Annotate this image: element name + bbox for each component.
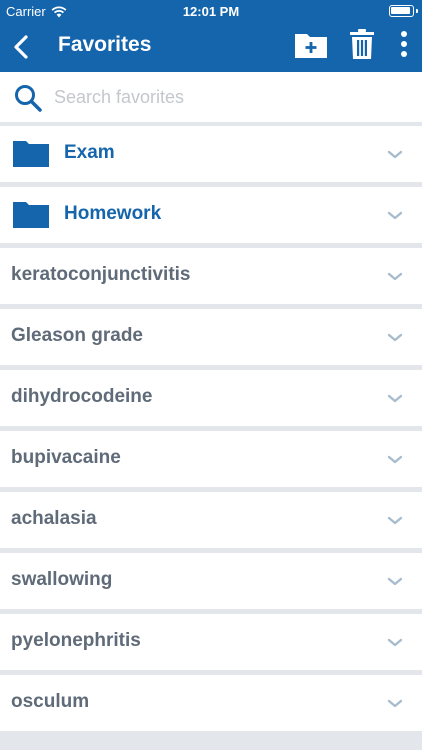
search-input[interactable]: [54, 83, 394, 111]
battery-icon: [389, 5, 418, 17]
favorite-row[interactable]: pyelonephritis: [0, 614, 422, 670]
folder-label: Homework: [64, 203, 162, 224]
search-bar: [0, 72, 422, 122]
favorite-row[interactable]: osculum: [0, 675, 422, 731]
favorite-row[interactable]: dihydrocodeine: [0, 370, 422, 426]
chevron-down-icon[interactable]: [387, 333, 403, 343]
back-icon[interactable]: [10, 34, 34, 60]
chevron-down-icon[interactable]: [387, 394, 403, 404]
chevron-down-icon[interactable]: [387, 455, 403, 465]
chevron-down-icon[interactable]: [387, 638, 403, 648]
trash-icon[interactable]: [350, 29, 374, 59]
chevron-down-icon[interactable]: [387, 272, 403, 282]
favorite-label: swallowing: [11, 569, 113, 590]
favorite-label: Gleason grade: [11, 325, 143, 346]
favorite-label: bupivacaine: [11, 447, 121, 468]
chevron-down-icon[interactable]: [387, 577, 403, 587]
status-bar: Carrier 12:01 PM: [0, 0, 422, 22]
favorites-list: Exam Homework keratoconjunctivitis Gleas…: [0, 126, 422, 736]
favorite-label: keratoconjunctivitis: [11, 264, 191, 285]
chevron-down-icon[interactable]: [387, 699, 403, 709]
folder-icon: [13, 202, 49, 228]
search-icon: [15, 85, 42, 112]
status-time: 12:01 PM: [182, 4, 240, 19]
chevron-down-icon[interactable]: [387, 516, 403, 526]
nav-bar: Favorites: [0, 22, 422, 72]
folder-icon: [13, 141, 49, 167]
folder-label: Exam: [64, 142, 115, 163]
favorite-row[interactable]: swallowing: [0, 553, 422, 609]
favorite-label: achalasia: [11, 508, 97, 529]
favorite-label: osculum: [11, 691, 90, 712]
favorite-row[interactable]: Gleason grade: [0, 309, 422, 365]
favorite-label: dihydrocodeine: [11, 386, 153, 407]
page-title: Favorites: [58, 33, 152, 56]
new-folder-icon[interactable]: [295, 32, 327, 58]
more-icon[interactable]: [398, 30, 410, 58]
favorite-label: pyelonephritis: [11, 630, 141, 651]
chevron-down-icon[interactable]: [387, 211, 403, 221]
folder-row-homework[interactable]: Homework: [0, 187, 422, 243]
folder-row-exam[interactable]: Exam: [0, 126, 422, 182]
favorite-row[interactable]: bupivacaine: [0, 431, 422, 487]
favorite-row[interactable]: achalasia: [0, 492, 422, 548]
chevron-down-icon[interactable]: [387, 150, 403, 160]
favorite-row[interactable]: keratoconjunctivitis: [0, 248, 422, 304]
